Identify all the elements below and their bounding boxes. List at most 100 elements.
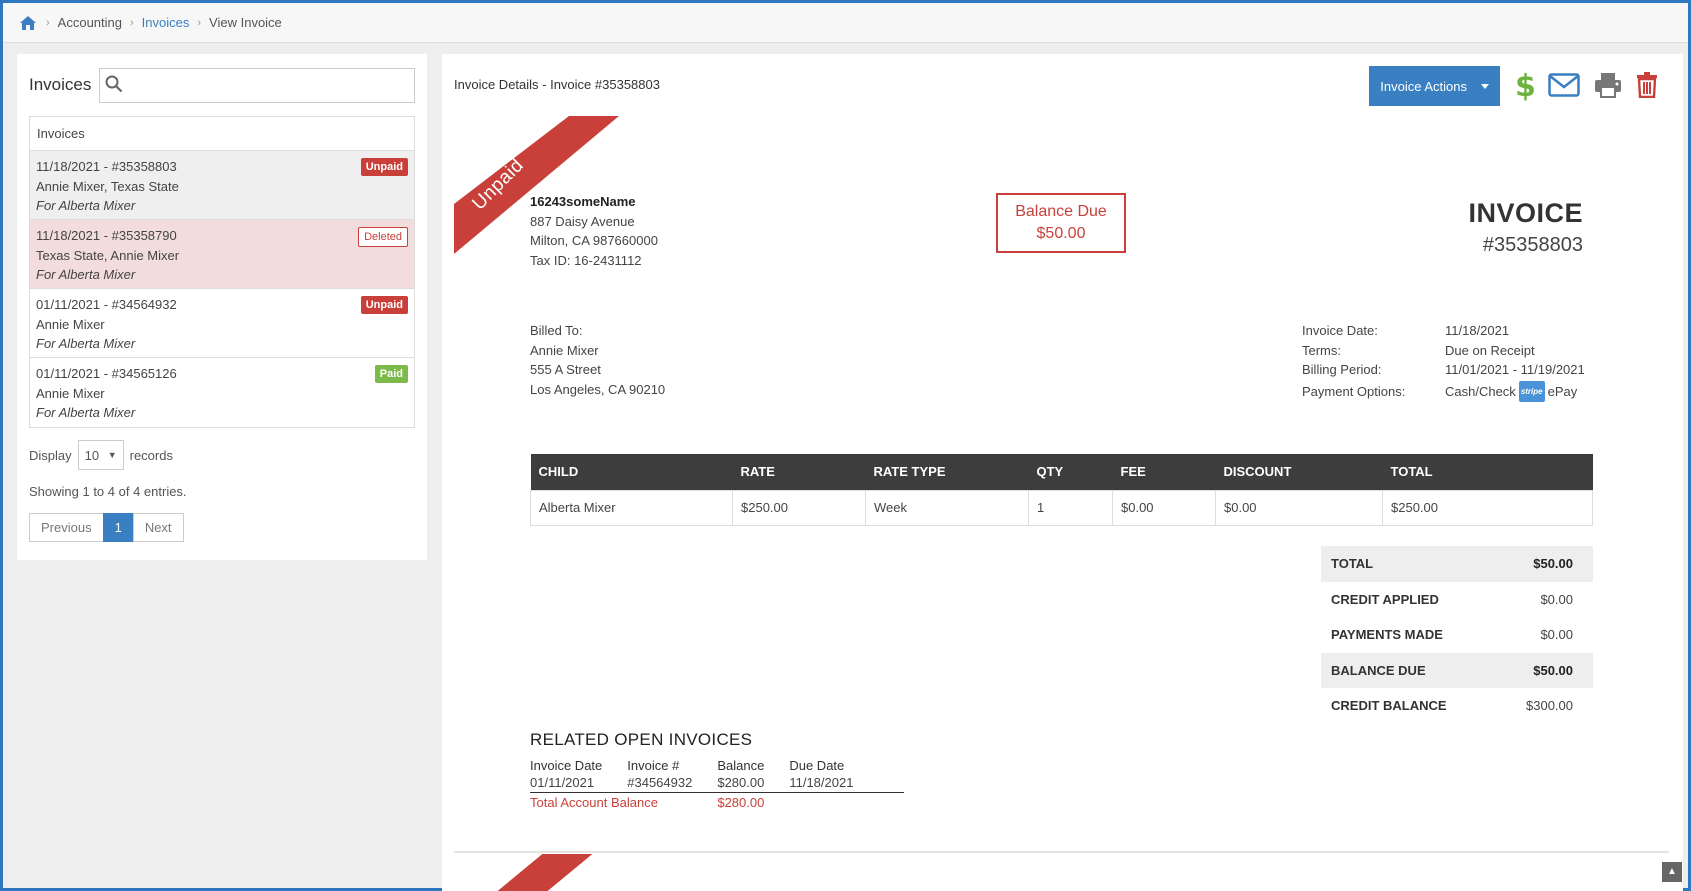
column-header: QTY [1028, 454, 1113, 490]
totals-summary: TOTAL $50.00 CREDIT APPLIED $0.00 PAYMENTS… [1321, 546, 1593, 724]
status-badge: Unpaid [360, 158, 408, 176]
table-cell: $250.00 [732, 489, 866, 526]
list-item[interactable]: 11/18/2021 - #35358790 Texas State, Anni… [30, 220, 414, 289]
invoice-for: For Alberta Mixer [36, 198, 136, 213]
table-cell: Alberta Mixer [530, 489, 733, 526]
records-per-page-value: 10 [84, 447, 100, 463]
invoice-toolbar: Invoice Actions $ [1369, 66, 1658, 106]
totals-row-total: TOTAL $50.00 [1321, 546, 1593, 582]
company-address-line1: 887 Daisy Avenue [530, 213, 635, 229]
list-item[interactable]: 01/11/2021 - #34564932 Annie Mixer For A… [30, 289, 414, 358]
invoice-billed: Texas State, Annie Mixer [36, 247, 180, 263]
related-title: RELATED OPEN INVOICES [530, 730, 753, 749]
invoice-date-value: 11/18/2021 [1445, 323, 1510, 338]
list-item[interactable]: 11/18/2021 - #35358803 Annie Mixer, Texa… [30, 151, 414, 220]
totals-value: $0.00 [1540, 591, 1573, 607]
table-cell: 1 [1028, 489, 1113, 526]
status-badge: Deleted [358, 227, 408, 247]
billed-to-address1: 555 A Street [530, 362, 601, 377]
table-cell: $0.00 [1112, 489, 1216, 526]
home-icon[interactable] [18, 13, 38, 33]
totals-row-credit-balance: CREDIT BALANCE $300.00 [1321, 688, 1593, 724]
invoice-billed: Annie Mixer [36, 385, 105, 401]
billed-to: Billed To: Annie Mixer 555 A Street Los … [530, 321, 665, 399]
table-cell: $250.00 [1382, 489, 1593, 526]
table-cell: 11/18/2021 [789, 775, 905, 793]
company-tax-id: Tax ID: 16-2431112 [530, 252, 642, 268]
previous-button[interactable]: Previous [29, 513, 104, 542]
invoice-meta: Invoice Date: 11/18/2021 Terms: Due on Rec… [1302, 321, 1585, 402]
list-item[interactable]: 01/11/2021 - #34565126 Annie Mixer For A… [30, 358, 414, 427]
breadcrumb-invoices[interactable]: Invoices [142, 15, 190, 30]
showing-entries: Showing 1 to 4 of 4 entries. [29, 484, 187, 499]
chevron-right-icon: › [46, 16, 50, 29]
column-header: Invoice # [627, 758, 680, 773]
chevron-right-icon: › [197, 16, 202, 29]
invoice-for: For Alberta Mixer [36, 336, 136, 351]
trash-icon[interactable] [1636, 71, 1658, 101]
chevron-right-icon: › [130, 16, 134, 29]
line-items-table: CHILD RATE RATE TYPE QTY FEE DISCOUNT TO… [530, 454, 1593, 526]
billing-period-value: 11/01/2021 - 11/19/2021 [1445, 362, 1585, 377]
list-header: Invoices [30, 117, 414, 151]
terms-value: Due on Receipt [1445, 342, 1535, 358]
table-row: Alberta Mixer $250.00 Week 1 $0.00 $0.00… [530, 489, 1593, 526]
invoice-date-number: 01/11/2021 - #34565126 [36, 366, 177, 381]
totals-row-credit-applied: CREDIT APPLIED $0.00 [1321, 582, 1593, 618]
totals-value: $50.00 [1533, 556, 1573, 572]
print-icon[interactable] [1594, 72, 1622, 101]
terms-label: Terms: [1302, 342, 1341, 358]
invoice-date-label: Invoice Date: [1302, 323, 1378, 338]
search-input[interactable] [99, 67, 415, 103]
invoice-date-number: 11/18/2021 - #35358790 [36, 228, 177, 243]
details-title: Invoice Details - Invoice #35358803 [454, 77, 660, 92]
invoice-heading: INVOICE [1468, 198, 1583, 228]
company-address: 16243someName 887 Daisy Avenue Milton, C… [530, 192, 658, 270]
totals-label: CREDIT APPLIED [1331, 591, 1439, 607]
column-header: DISCOUNT [1215, 454, 1383, 490]
scroll-to-top-button[interactable]: ▲ [1662, 862, 1682, 882]
caret-down-icon: ▼ [107, 450, 117, 460]
total-account-balance-label: Total Account Balance [530, 795, 658, 810]
balance-due-box: Balance Due $50.00 [996, 193, 1126, 253]
company-name: 16243someName [530, 194, 636, 209]
column-header: CHILD [530, 454, 733, 490]
email-icon[interactable] [1548, 72, 1580, 100]
table-row[interactable]: 01/11/2021 #34564932 $280.00 11/18/2021 [530, 775, 905, 793]
search-icon [105, 75, 123, 96]
table-cell: $0.00 [1215, 489, 1383, 526]
table-cell: 01/11/2021 [530, 775, 628, 793]
pagination: Previous 1 Next [29, 513, 415, 542]
display-label: Display [29, 447, 72, 463]
column-header: Invoice Date [530, 758, 603, 773]
totals-row-payments-made: PAYMENTS MADE $0.00 [1321, 617, 1593, 653]
table-cell: #34564932 [627, 775, 718, 793]
records-per-page-select[interactable]: 10 ▼ [77, 440, 124, 470]
invoice-number: #35358803 [1482, 234, 1583, 256]
breadcrumb-view-invoice: View Invoice [209, 15, 282, 30]
chevron-up-icon: ▲ [1667, 866, 1677, 877]
column-header: RATE [732, 454, 866, 490]
total-account-balance-row: Total Account Balance $280.00 [530, 793, 904, 813]
billed-to-name: Annie Mixer [530, 342, 599, 358]
next-button[interactable]: Next [132, 513, 184, 542]
panel-title: Invoices [29, 75, 92, 94]
payment-options-label: Payment Options: [1302, 383, 1406, 399]
column-header: FEE [1112, 454, 1216, 490]
related-open-invoices: RELATED OPEN INVOICES Invoice Date Invoi… [530, 730, 905, 813]
totals-value: $50.00 [1533, 662, 1573, 678]
billing-period-label: Billing Period: [1302, 362, 1382, 377]
page-1-button[interactable]: 1 [102, 513, 134, 542]
payment-cash: Cash/Check [1445, 383, 1516, 399]
company-address-line2: Milton, CA 987660000 [530, 233, 658, 248]
totals-label: BALANCE DUE [1331, 662, 1426, 678]
invoice-detail-panel: Invoice Details - Invoice #35358803 Invo… [442, 54, 1683, 891]
dollar-icon[interactable]: $ [1514, 69, 1536, 104]
invoice-date-number: 11/18/2021 - #35358803 [36, 159, 177, 174]
billed-to-address2: Los Angeles, CA 90210 [530, 381, 666, 397]
invoice-billed: Annie Mixer, Texas State [36, 178, 179, 194]
invoice-actions-button[interactable]: Invoice Actions [1369, 66, 1500, 106]
breadcrumb-accounting[interactable]: Accounting [58, 15, 122, 30]
table-cell: $280.00 [717, 775, 790, 793]
invoice-for: For Alberta Mixer [36, 405, 136, 420]
